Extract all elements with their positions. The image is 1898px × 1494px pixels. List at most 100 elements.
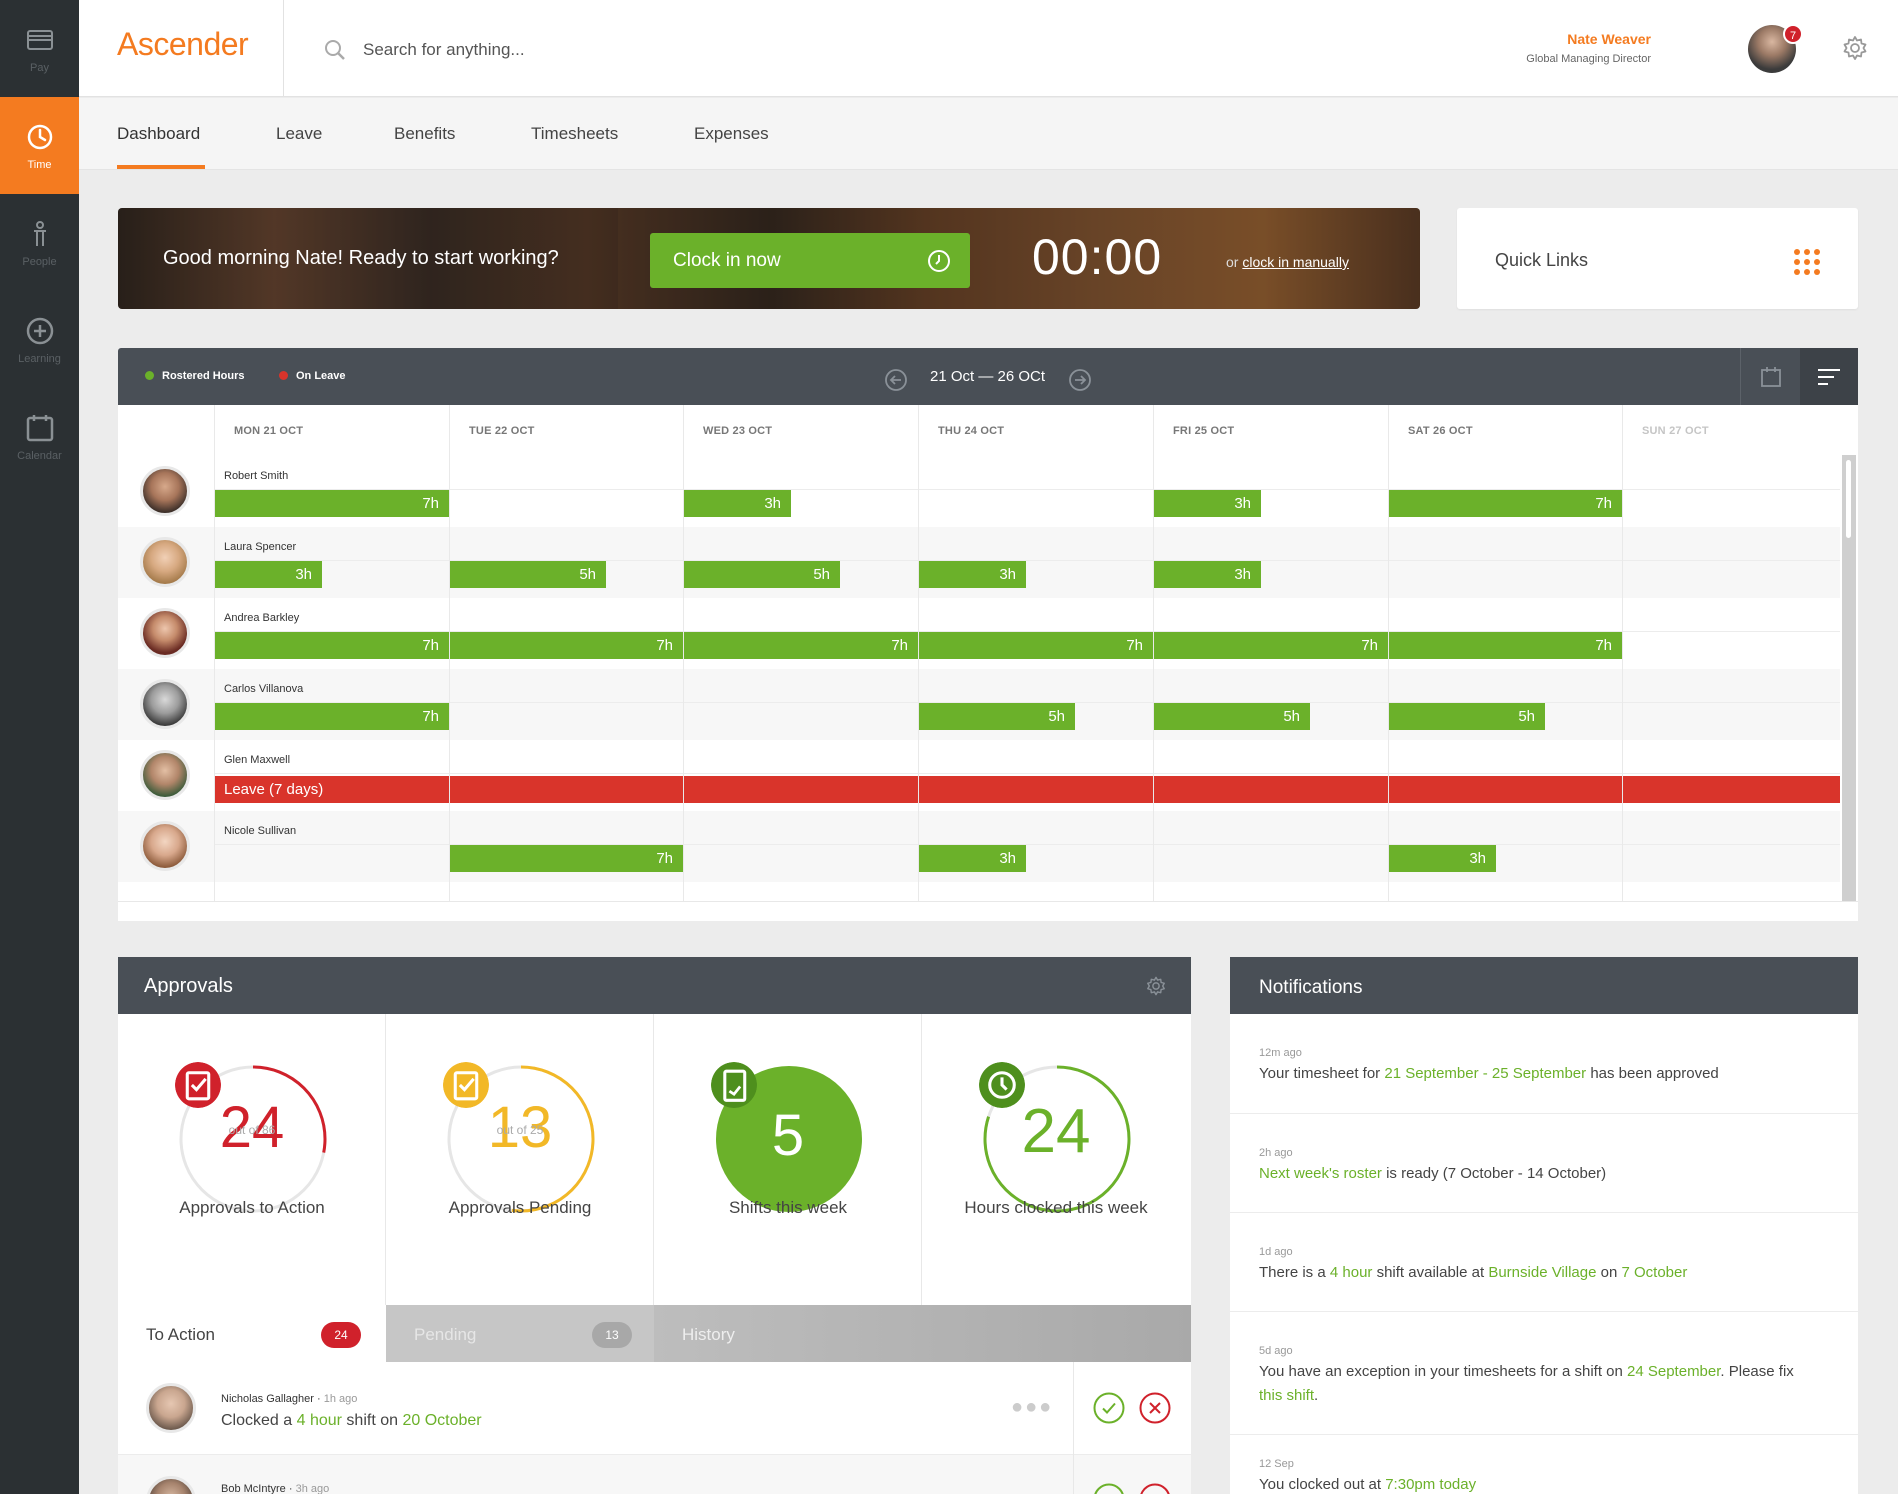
clock-in-button[interactable]: Clock in now: [650, 233, 970, 288]
list-view-button[interactable]: [1800, 348, 1858, 405]
stat-approvals-to-action[interactable]: 24 out of 86 Approvals to Action: [118, 1014, 386, 1305]
notification-link[interactable]: 21 September - 25 September: [1384, 1065, 1586, 1082]
employee-name[interactable]: Carlos Villanova: [224, 683, 303, 695]
sidebar-item-calendar[interactable]: Calendar: [0, 388, 79, 485]
employee-name[interactable]: Glen Maxwell: [224, 754, 290, 766]
notification-link[interactable]: 7:30pm today: [1385, 1476, 1476, 1493]
shift-bar[interactable]: 5h: [1388, 703, 1545, 730]
shift-bar[interactable]: 5h: [1153, 703, 1310, 730]
text-highlight[interactable]: 4 hour: [297, 1412, 342, 1429]
reject-icon[interactable]: [1139, 1392, 1171, 1424]
tab-to-action[interactable]: To Action 24: [118, 1305, 386, 1362]
shift-bar[interactable]: 7h: [918, 632, 1153, 659]
employee-name[interactable]: Robert Smith: [224, 470, 288, 482]
notification-text: There is a 4 hour shift available at Bur…: [1259, 1261, 1819, 1285]
tab-label: Pending: [414, 1325, 477, 1344]
calendar-view-button[interactable]: [1740, 348, 1800, 405]
grid-icon[interactable]: [1792, 247, 1822, 277]
notification-link[interactable]: 7 October: [1622, 1264, 1688, 1281]
quick-links-card[interactable]: Quick Links: [1457, 208, 1858, 309]
sidebar-item-people[interactable]: People: [0, 194, 79, 291]
notification-item[interactable]: 12m ago Your timesheet for 21 September -…: [1230, 1014, 1858, 1114]
clock-icon: [928, 250, 950, 272]
shift-bar[interactable]: 7h: [214, 632, 449, 659]
shift-bar[interactable]: 3h: [683, 490, 791, 517]
notification-item[interactable]: 1d ago There is a 4 hour shift available …: [1230, 1213, 1858, 1312]
stat-shifts-this-week[interactable]: 5 Shifts this week: [654, 1014, 922, 1305]
shift-bar[interactable]: 7h: [1388, 490, 1622, 517]
shift-bar[interactable]: 5h: [449, 561, 606, 588]
sidebar-item-learning[interactable]: Learning: [0, 291, 79, 388]
shift-bar[interactable]: 5h: [918, 703, 1075, 730]
notification-item[interactable]: 12 Sep You clocked out at 7:30pm today: [1230, 1435, 1858, 1494]
stat-approvals-pending[interactable]: 13 out of 25 Approvals Pending: [386, 1014, 654, 1305]
shift-bar[interactable]: 3h: [1153, 490, 1261, 517]
shift-bar[interactable]: 7h: [449, 845, 683, 872]
shift-bar[interactable]: 3h: [214, 561, 322, 588]
stat-hours-clocked[interactable]: 24 Hours clocked this week: [922, 1014, 1190, 1305]
approve-icon[interactable]: [1093, 1483, 1125, 1494]
notification-link[interactable]: 4 hour: [1330, 1264, 1373, 1281]
sidebar-item-time[interactable]: Time: [0, 97, 79, 194]
shift-bar[interactable]: 3h: [918, 561, 1026, 588]
shift-bar[interactable]: 7h: [1388, 632, 1622, 659]
text-highlight[interactable]: 20 October: [402, 1412, 481, 1429]
prev-week-icon[interactable]: [884, 368, 908, 392]
tab-history[interactable]: History: [654, 1305, 1191, 1362]
shift-bar[interactable]: 3h: [918, 845, 1026, 872]
notification-link[interactable]: this shift: [1259, 1387, 1314, 1404]
more-icon[interactable]: ●●●: [1011, 1396, 1053, 1419]
notification-item[interactable]: 5d ago You have an exception in your time…: [1230, 1312, 1858, 1435]
notification-item[interactable]: 2h ago Next week's roster is ready (7 Oct…: [1230, 1114, 1858, 1213]
user-name[interactable]: Nate Weaver: [1567, 31, 1651, 47]
sidebar-item-pay[interactable]: Pay: [0, 0, 79, 97]
shift-bar[interactable]: 7h: [214, 490, 449, 517]
reject-icon[interactable]: [1139, 1483, 1171, 1494]
notification-link[interactable]: Next week's roster: [1259, 1165, 1382, 1182]
next-week-icon[interactable]: [1068, 368, 1092, 392]
roster-row[interactable]: Nicole Sullivan 7h 3h 3h: [118, 811, 1840, 882]
tab-timesheets[interactable]: Timesheets: [531, 124, 618, 144]
roster-row[interactable]: Glen Maxwell Leave (7 days): [118, 740, 1840, 811]
manual-prefix: or: [1226, 254, 1239, 270]
gear-icon[interactable]: [1145, 975, 1167, 997]
sidebar-item-label: People: [22, 255, 57, 268]
employee-name[interactable]: Andrea Barkley: [224, 612, 299, 624]
search-input[interactable]: [363, 32, 963, 68]
sidebar-item-label: Time: [27, 158, 52, 171]
roster-row[interactable]: Andrea Barkley 7h 7h 7h 7h 7h 7h: [118, 598, 1840, 669]
leave-bar[interactable]: Leave (7 days): [214, 776, 1840, 803]
legend-label: On Leave: [296, 370, 346, 382]
employee-name[interactable]: Laura Spencer: [224, 541, 296, 553]
divider: [1073, 1455, 1074, 1494]
shift-bar[interactable]: 3h: [1153, 561, 1261, 588]
roster-row[interactable]: Carlos Villanova 7h 5h 5h 5h: [118, 669, 1840, 740]
shift-bar[interactable]: 7h: [214, 703, 449, 730]
day-header: MON 21 OCT: [234, 425, 304, 437]
shift-bar[interactable]: 3h: [1388, 845, 1496, 872]
employee-name[interactable]: Nicole Sullivan: [224, 825, 296, 837]
main-tabs: Dashboard Leave Benefits Timesheets Expe…: [79, 98, 1898, 170]
shift-bar[interactable]: 7h: [683, 632, 918, 659]
tab-benefits[interactable]: Benefits: [394, 124, 455, 144]
roster-row[interactable]: Robert Smith 7h 3h 3h 7h: [118, 456, 1840, 527]
notification-badge[interactable]: 7: [1783, 24, 1803, 44]
shift-bar[interactable]: 7h: [449, 632, 683, 659]
tab-leave[interactable]: Leave: [276, 124, 322, 144]
roster-row[interactable]: Laura Spencer 3h 5h 5h 3h 3h: [118, 527, 1840, 598]
notification-link[interactable]: 24 September: [1627, 1363, 1720, 1380]
approve-icon[interactable]: [1093, 1392, 1125, 1424]
tab-expenses[interactable]: Expenses: [694, 124, 769, 144]
shift-bar[interactable]: 7h: [1153, 632, 1388, 659]
notification-link[interactable]: Burnside Village: [1488, 1264, 1596, 1281]
text-part: shift on: [341, 1412, 403, 1429]
gear-icon[interactable]: [1841, 34, 1869, 62]
shift-bar[interactable]: 5h: [683, 561, 840, 588]
clock-in-manually-link[interactable]: clock in manually: [1242, 254, 1349, 270]
list-item[interactable]: Bob McIntyre · 3h ago: [118, 1455, 1191, 1494]
tab-pending[interactable]: Pending 13: [386, 1305, 654, 1362]
list-item[interactable]: Nicholas Gallagher · 1h ago Clocked a 4 …: [118, 1362, 1191, 1455]
tab-dashboard[interactable]: Dashboard: [117, 124, 200, 144]
logo[interactable]: Ascender: [117, 26, 249, 63]
scrollbar-thumb[interactable]: [1846, 460, 1851, 538]
